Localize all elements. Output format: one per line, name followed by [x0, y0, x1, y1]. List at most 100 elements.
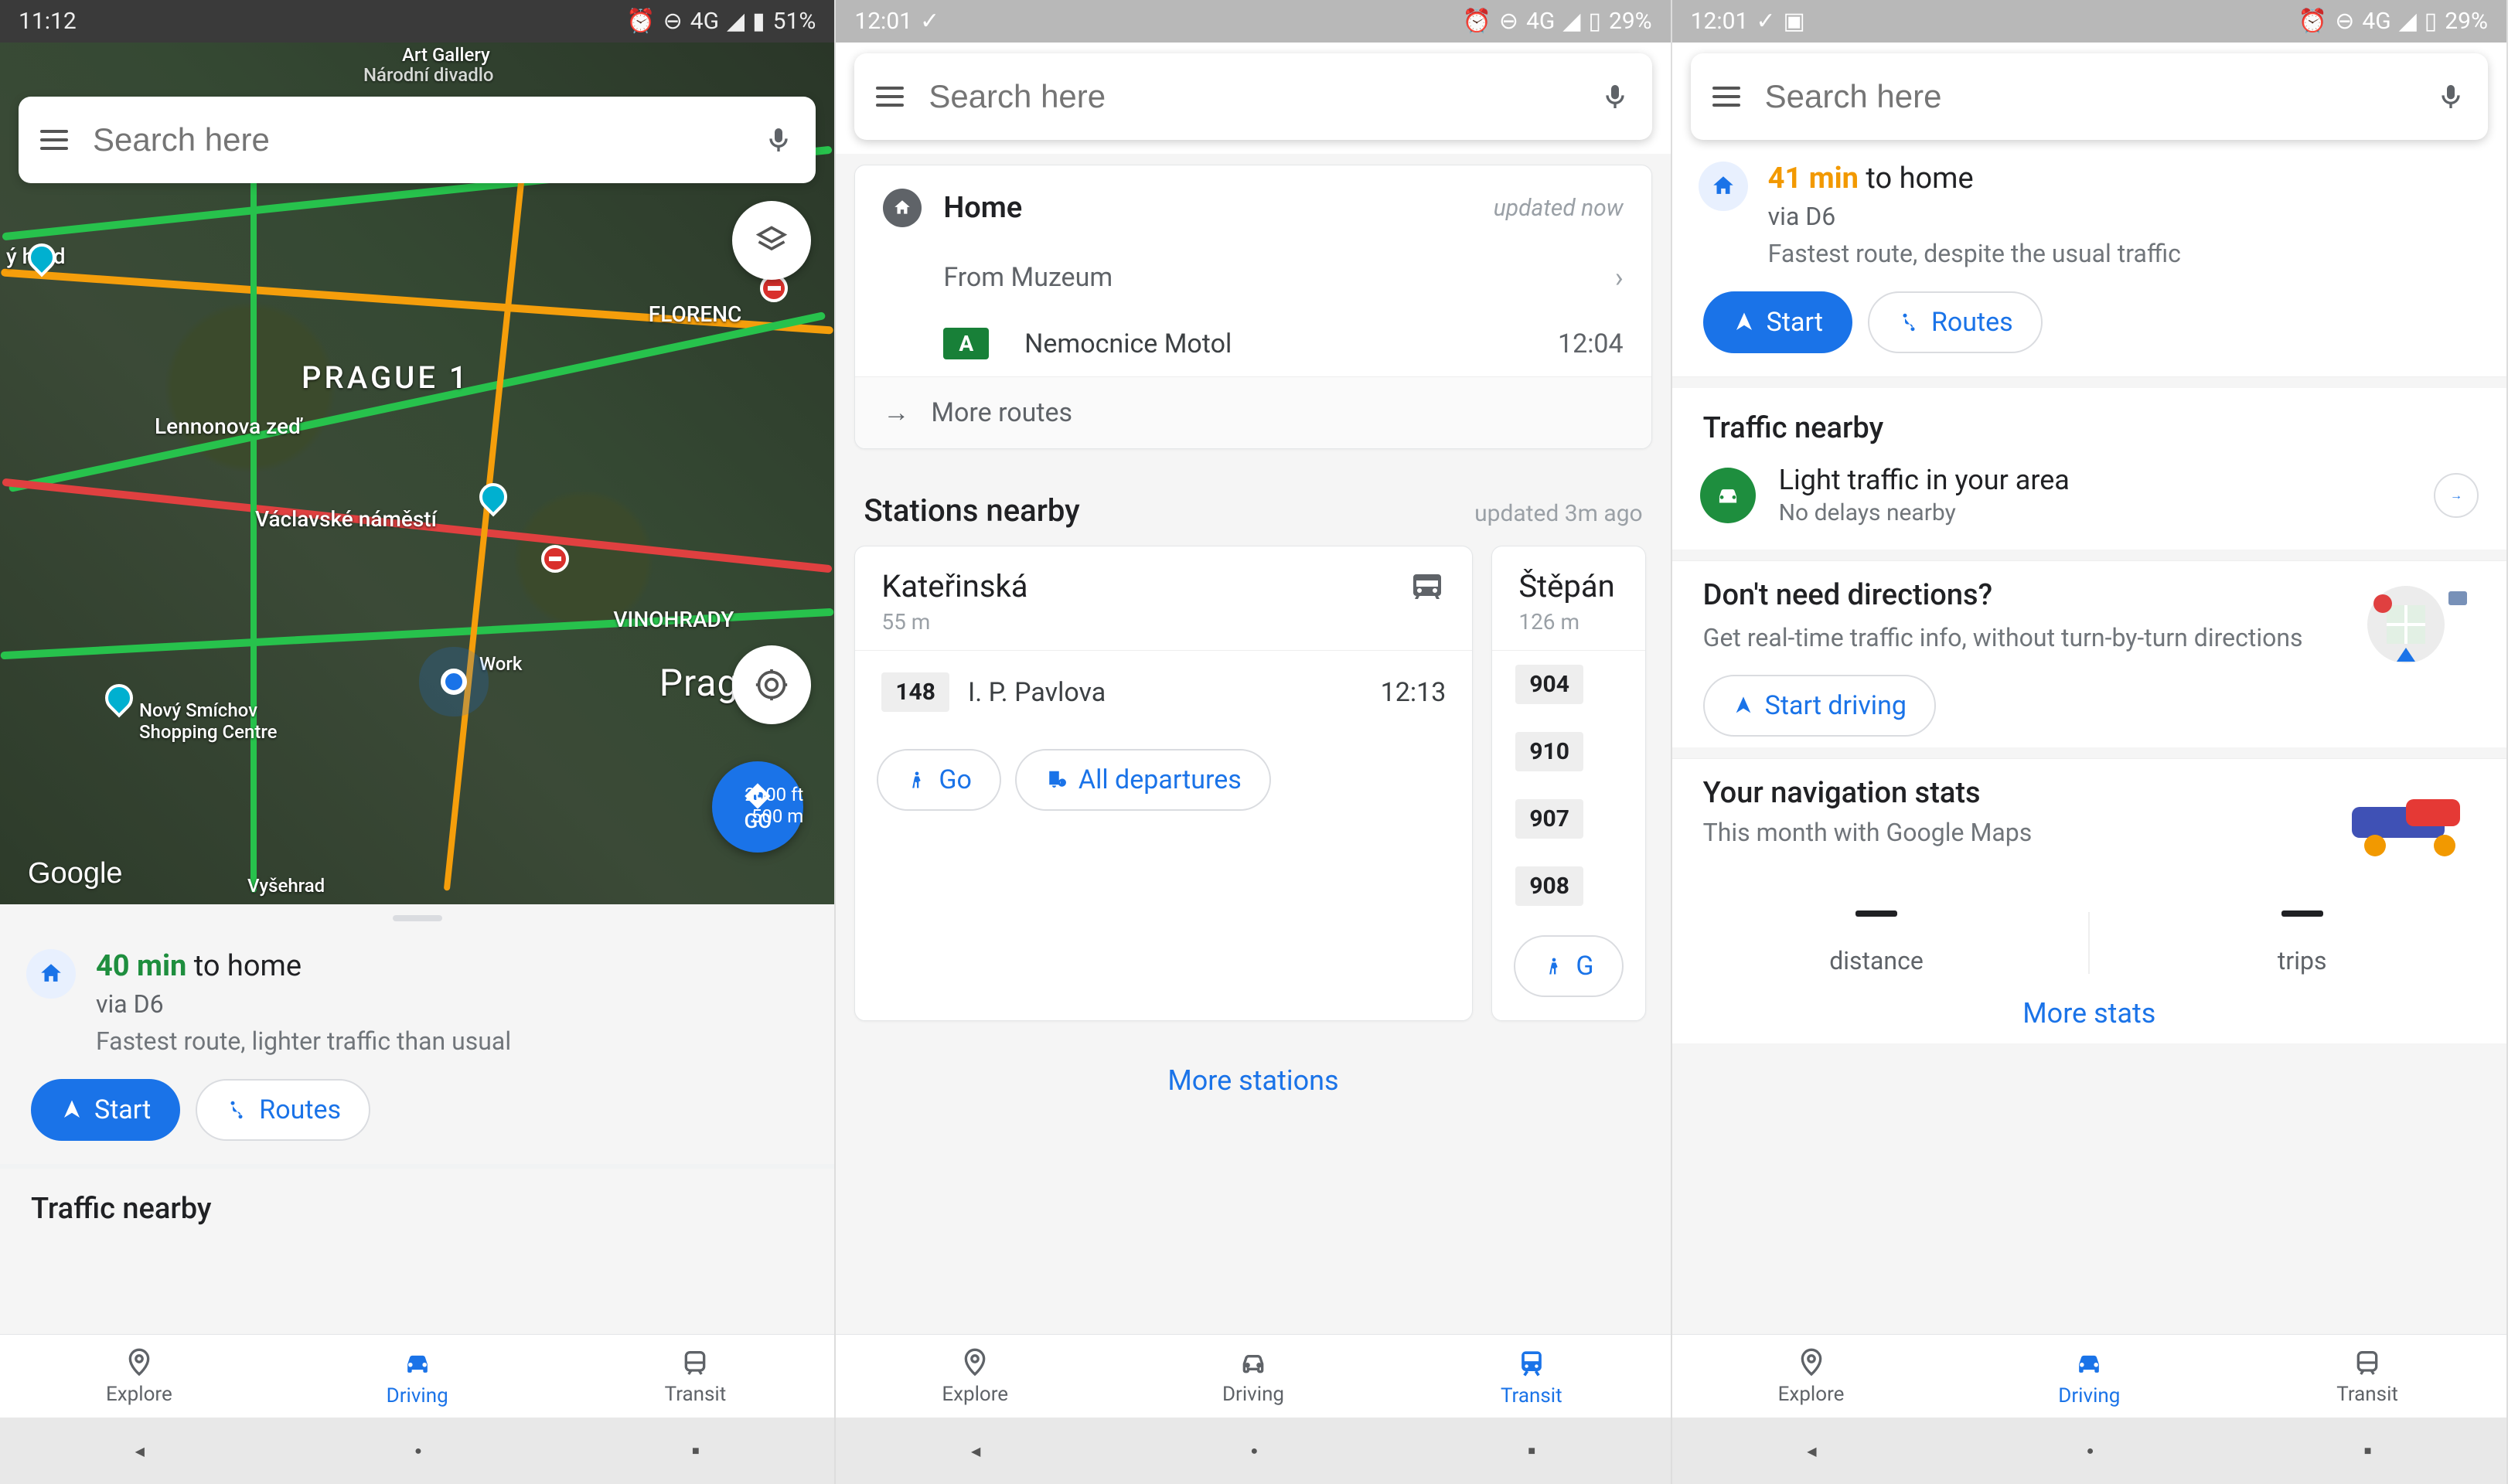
from-row[interactable]: From Muzeum › [855, 244, 1651, 311]
alarm-icon: ⏰ [626, 8, 655, 35]
sheet-drag-handle[interactable] [393, 915, 442, 921]
recents-button[interactable]: ■ [2364, 1443, 2372, 1458]
traffic-sub: No delays nearby [1779, 499, 2411, 526]
route-summary[interactable]: 40 min to home via D6 Fastest route, lig… [0, 929, 834, 1079]
menu-button[interactable] [40, 130, 68, 150]
network-label: 4G [690, 8, 719, 35]
nodir-sub: Get real-time traffic info, without turn… [1703, 621, 2313, 655]
start-driving-label: Start driving [1765, 690, 1907, 721]
nav-transit[interactable]: Transit [2228, 1335, 2506, 1418]
nav-transit-label: Transit [2336, 1383, 2398, 1406]
search-input[interactable] [93, 121, 738, 158]
more-stats-link[interactable]: More stats [1672, 983, 2506, 1043]
status-icon: ✓ [920, 8, 939, 35]
station-cards-scroll[interactable]: Kateřinská 55 m 148 I. P. Pavlova 12:13 [836, 546, 1670, 1036]
home-button[interactable]: ● [1250, 1443, 1258, 1458]
map-pin[interactable] [100, 679, 139, 718]
more-stations-link[interactable]: More stations [836, 1036, 1670, 1125]
no-directions-card[interactable]: Don't need directions? Get real-time tra… [1672, 560, 2506, 747]
recents-button[interactable]: ■ [1528, 1443, 1535, 1458]
station-name: Štěpán [1518, 568, 1614, 604]
status-bar: 12:01 ✓ ⏰ ⊖ 4G ◢ ▯ 29% [836, 0, 1670, 43]
map-label-novy: Nový Smíchov Shopping Centre [139, 699, 278, 743]
line-number-badge: 907 [1515, 799, 1583, 839]
transit-content[interactable]: Home updated now From Muzeum › A Nemocni… [836, 154, 1670, 1334]
stations-header: Stations nearby [864, 492, 1079, 529]
go-button[interactable]: Go [877, 749, 1001, 811]
search-bar[interactable] [854, 53, 1651, 140]
route-option-row[interactable]: A Nemocnice Motol 12:04 [855, 311, 1651, 376]
start-label: Start [1767, 307, 1823, 338]
menu-button[interactable] [876, 87, 904, 107]
nav-transit[interactable]: Transit [557, 1335, 835, 1418]
line-dest: Nemocnice Motol [1024, 328, 1232, 359]
voice-search-button[interactable] [2435, 81, 2466, 112]
nav-transit[interactable]: Transit [1392, 1335, 1671, 1418]
routes-label: Routes [259, 1094, 341, 1125]
nav-explore[interactable]: Explore [0, 1335, 278, 1418]
stations-updated: updated 3m ago [1474, 500, 1643, 527]
home-route-card[interactable]: Home updated now From Muzeum › A Nemocni… [854, 165, 1651, 449]
battery-icon: ▯ [1588, 8, 1601, 35]
more-routes-label: More routes [931, 397, 1072, 428]
more-routes-button[interactable]: → More routes [855, 376, 1651, 448]
back-button[interactable]: ◀ [1807, 1444, 1816, 1458]
route-summary[interactable]: 41 min to home via D6 Fastest route, des… [1672, 154, 2506, 291]
nav-explore-label: Explore [106, 1383, 172, 1406]
line-number-badge: 908 [1515, 866, 1583, 906]
search-input[interactable] [929, 78, 1574, 115]
start-button[interactable]: Start [31, 1079, 180, 1141]
recents-button[interactable]: ■ [692, 1443, 700, 1458]
back-button[interactable]: ◀ [135, 1444, 145, 1458]
go-label: G [1576, 951, 1593, 982]
stat-distance: distance [1672, 910, 2081, 975]
dest-text: to home [194, 949, 302, 983]
station-card[interactable]: Kateřinská 55 m 148 I. P. Pavlova 12:13 [854, 546, 1473, 1021]
signal-icon: ◢ [1562, 8, 1580, 35]
nav-driving[interactable]: Driving [278, 1335, 557, 1418]
nav-stats-card[interactable]: Your navigation stats This month with Go… [1672, 758, 2506, 887]
map-label-prague1: PRAGUE 1 [302, 359, 470, 396]
nodir-title: Don't need directions? [1703, 578, 2313, 612]
start-driving-button[interactable]: Start driving [1703, 675, 1936, 737]
nav-driving[interactable]: Driving [1114, 1335, 1392, 1418]
route-sub: Fastest route, lighter traffic than usua… [96, 1026, 511, 1056]
all-departures-button[interactable]: All departures [1015, 749, 1271, 811]
nav-transit-label: Transit [1501, 1384, 1562, 1407]
departure-row[interactable]: 148 I. P. Pavlova 12:13 [855, 651, 1472, 733]
station-card-partial[interactable]: Štěpán 126 m 904 910 907 908 G [1491, 546, 1646, 1021]
go-button[interactable]: G [1514, 935, 1623, 997]
map-scale: 2000 ft 500 m [745, 784, 803, 827]
back-button[interactable]: ◀ [971, 1444, 980, 1458]
nav-driving[interactable]: Driving [1950, 1335, 2228, 1418]
menu-button[interactable] [1712, 87, 1740, 107]
nav-explore-label: Explore [942, 1383, 1008, 1406]
bottom-sheet[interactable]: 40 min to home via D6 Fastest route, lig… [0, 904, 834, 1334]
my-location-button[interactable] [732, 645, 811, 724]
search-input[interactable] [1765, 78, 2411, 115]
map-label-lennon: Lennonova zeď [155, 414, 302, 439]
map-label-vinohrady: VINOHRADY [613, 607, 734, 632]
routes-button[interactable]: Routes [1868, 291, 2043, 353]
routes-button[interactable]: Routes [196, 1079, 370, 1141]
layers-button[interactable] [732, 201, 811, 280]
home-button[interactable]: ● [414, 1443, 422, 1458]
map-view[interactable]: Art Gallery Národní divadlo PRAGUE 1 FLO… [0, 43, 834, 904]
traffic-summary[interactable]: Light traffic in your area No delays nea… [1672, 453, 2506, 550]
status-icon: ✓ [1756, 8, 1775, 35]
voice-search-button[interactable] [1600, 81, 1631, 112]
arrow-right-button[interactable]: → [2434, 473, 2479, 518]
start-button[interactable]: Start [1703, 291, 1852, 353]
departure-dest: I. P. Pavlova [968, 677, 1381, 708]
nav-explore[interactable]: Explore [836, 1335, 1114, 1418]
search-bar[interactable] [19, 97, 816, 183]
station-name: Kateřinská [881, 568, 1027, 604]
map-pin[interactable] [474, 478, 513, 517]
home-button[interactable]: ● [2087, 1443, 2094, 1458]
network-label: 4G [1526, 8, 1555, 35]
search-bar[interactable] [1691, 53, 2488, 140]
voice-search-button[interactable] [763, 124, 794, 155]
driving-content[interactable]: 41 min to home via D6 Fastest route, des… [1672, 154, 2506, 1334]
traffic-title: Light traffic in your area [1779, 464, 2411, 496]
nav-explore[interactable]: Explore [1672, 1335, 1951, 1418]
